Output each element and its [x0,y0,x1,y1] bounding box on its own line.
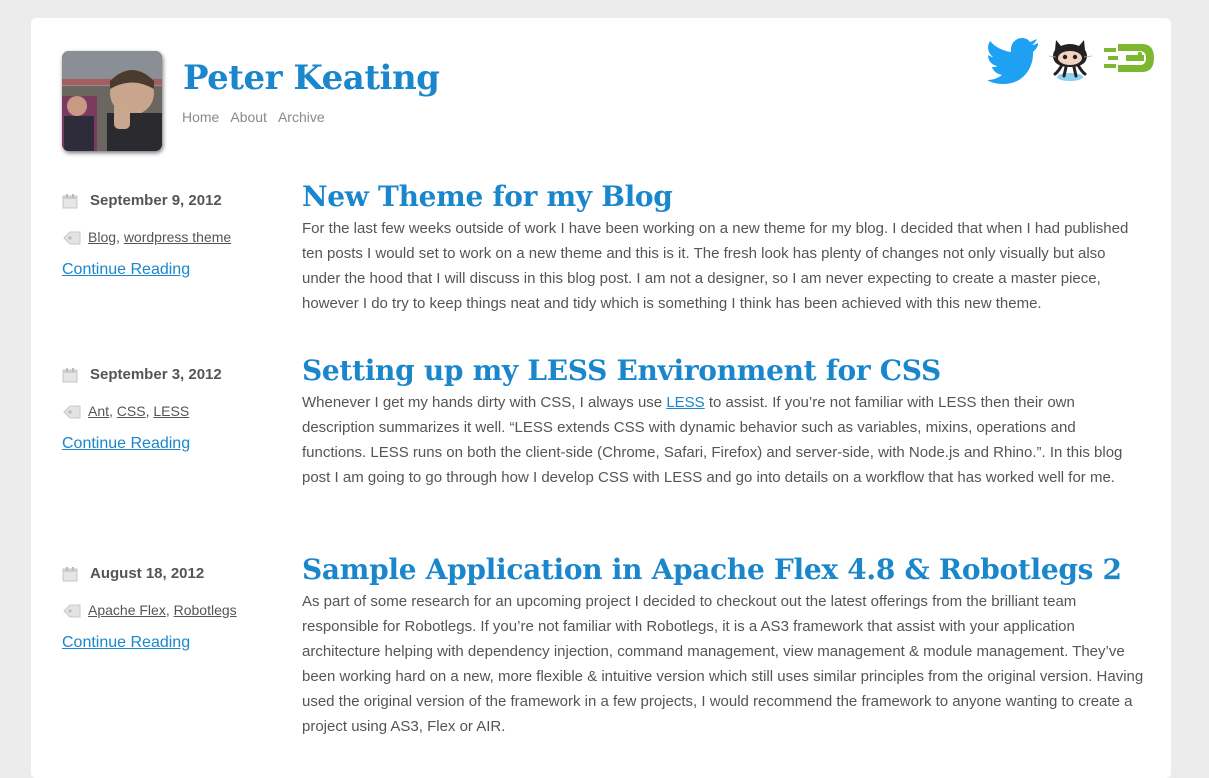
tag-link[interactable]: Ant [88,403,109,419]
nav-archive[interactable]: Archive [278,109,325,125]
tag-link[interactable]: CSS [117,403,146,419]
continue-reading-link[interactable]: Continue Reading [62,435,190,453]
post-title[interactable]: Sample Application in Apache Flex 4.8 & … [302,553,1122,586]
post-date: September 9, 2012 [62,190,222,212]
post-excerpt: As part of some research for an upcoming… [302,593,1144,735]
tag-link[interactable]: wordpress theme [124,229,231,245]
tag-icon [63,604,81,618]
post-title[interactable]: Setting up my LESS Environment for CSS [302,354,941,387]
author-avatar[interactable] [62,51,162,151]
nav-home[interactable]: Home [182,109,219,125]
calendar-icon [62,368,78,383]
less-link[interactable]: LESS [666,394,704,411]
site-title[interactable]: Peter Keating [183,58,440,98]
post-date-text: September 3, 2012 [90,366,222,383]
excerpt-text: Whenever I get my hands dirty with CSS, … [302,394,667,411]
calendar-icon [62,194,78,209]
page-container: Peter Keating Home About Archive September… [31,18,1171,778]
tag-link[interactable]: Robotlegs [174,602,237,618]
post-tags: Ant, CSS, LESS [62,400,189,422]
tag-link[interactable]: Blog [88,229,116,245]
github-octocat-icon[interactable] [1047,34,1093,84]
post-date: September 3, 2012 [62,364,222,386]
twitter-icon[interactable] [988,34,1040,84]
post-tags: Blog, wordpress theme [62,226,231,248]
post-date-text: August 18, 2012 [90,565,205,582]
post-excerpt: For the last few weeks outside of work I… [302,220,1129,312]
main-nav: Home About Archive [182,109,336,125]
post-tags: Apache Flex, Robotlegs [62,599,237,621]
post-title[interactable]: New Theme for my Blog [302,180,673,213]
continue-reading-link[interactable]: Continue Reading [62,261,190,279]
post-date-text: September 9, 2012 [90,192,222,209]
tag-link[interactable]: Apache Flex [88,602,166,618]
tag-icon [63,405,81,419]
post-excerpt: Whenever I get my hands dirty with CSS, … [302,390,1144,490]
post-date: August 18, 2012 [62,563,204,585]
ebay-icon[interactable] [1104,34,1156,84]
calendar-icon [62,567,78,582]
tag-icon [63,231,81,245]
avatar-photo [62,51,162,151]
nav-about[interactable]: About [230,109,267,125]
continue-reading-link[interactable]: Continue Reading [62,634,190,652]
tag-link[interactable]: LESS [153,403,189,419]
